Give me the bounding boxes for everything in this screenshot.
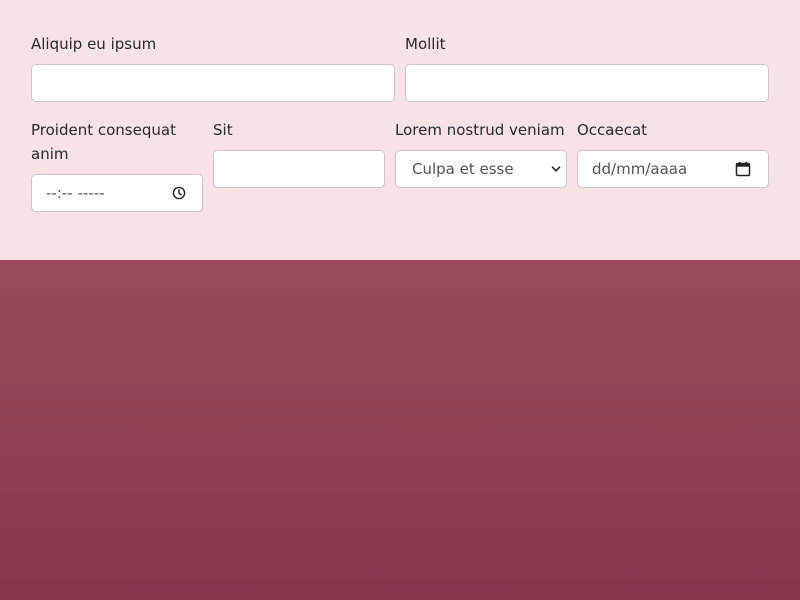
chevron-down-icon[interactable] (551, 151, 561, 187)
bottom-panel (0, 260, 800, 600)
select-value: Culpa et esse (412, 160, 514, 178)
time-placeholder: --:-- ----- (46, 184, 105, 202)
calendar-icon[interactable] (735, 151, 751, 187)
occaecat-label: Occaecat (577, 121, 648, 139)
lorem-label: Lorem nostrud veniam (395, 121, 565, 139)
aliquip-input[interactable] (31, 64, 395, 102)
mollit-label: Mollit (405, 35, 446, 53)
date-input[interactable]: dd/mm/aaaa (577, 150, 769, 188)
lorem-select[interactable]: Culpa et esse (395, 150, 567, 188)
aliquip-label: Aliquip eu ipsum (31, 35, 157, 53)
form-panel: Aliquip eu ipsum Mollit Proident consequ… (0, 0, 800, 260)
sit-input[interactable] (213, 150, 385, 188)
time-input[interactable]: --:-- ----- (31, 174, 203, 212)
sit-label: Sit (213, 121, 233, 139)
mollit-input[interactable] (405, 64, 769, 102)
clock-icon[interactable] (172, 175, 186, 211)
proident-label: Proident consequat anim (31, 121, 176, 163)
date-placeholder: dd/mm/aaaa (592, 160, 688, 178)
